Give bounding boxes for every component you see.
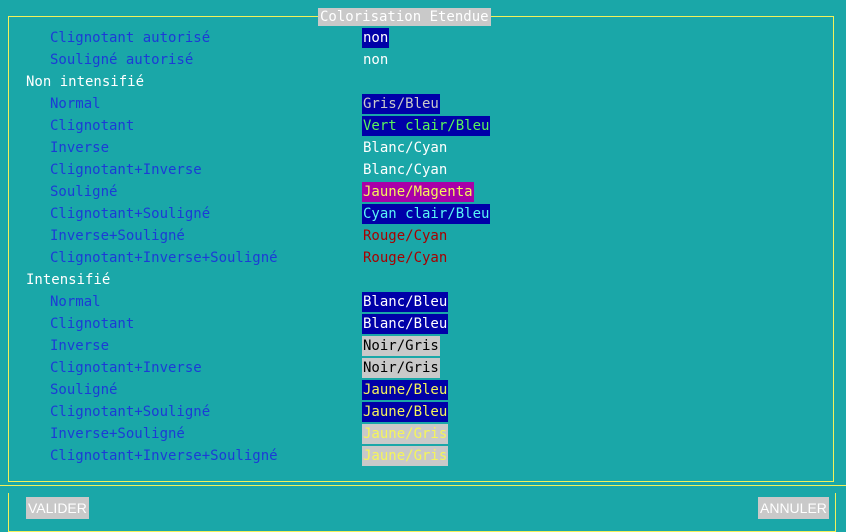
label-clignotant-inverse: Clignotant+Inverse — [50, 162, 202, 178]
label-clignotant-souligne-intense: Clignotant+Souligné — [50, 404, 211, 420]
label-souligne: Souligné — [50, 184, 118, 200]
section-non-intensifie: Non intensifié — [26, 74, 145, 90]
value-clignotant-inverse-souligne[interactable]: Rouge/Cyan — [362, 248, 448, 268]
validate-button[interactable]: VALIDER — [26, 497, 89, 519]
value-normal[interactable]: Gris/Bleu — [362, 94, 440, 114]
label-inverse-souligne: Inverse+Souligné — [50, 228, 185, 244]
value-clignotant-souligne-intense[interactable]: Jaune/Bleu — [362, 402, 449, 422]
value-inverse[interactable]: Blanc/Cyan — [362, 138, 448, 158]
label-clignotant-intense: Clignotant — [50, 316, 135, 332]
label-normal: Normal — [50, 96, 101, 112]
value-clignotant-souligne[interactable]: Cyan clair/Bleu — [362, 204, 491, 224]
label-clignotant: Clignotant — [50, 118, 135, 134]
value-souligne-autorise[interactable]: non — [362, 50, 389, 70]
dialog-title: Colorisation Etendue — [318, 8, 491, 26]
value-normal-intense[interactable]: Blanc/Bleu — [362, 292, 449, 312]
label-clignotant-inverse-intense: Clignotant+Inverse — [50, 360, 202, 376]
label-clignotant-inverse-souligne: Clignotant+Inverse+Souligné — [50, 250, 278, 266]
label-souligne-autorise: Souligné autorisé — [50, 52, 194, 68]
value-inverse-souligne-intense[interactable]: Jaune/Gris — [362, 424, 449, 444]
value-clignotant-autorise[interactable]: non — [362, 28, 390, 48]
value-clignotant-intense[interactable]: Blanc/Bleu — [362, 314, 449, 334]
value-inverse-souligne[interactable]: Rouge/Cyan — [362, 226, 448, 246]
value-souligne[interactable]: Jaune/Magenta — [362, 182, 474, 202]
label-clignotant-souligne: Clignotant+Souligné — [50, 206, 211, 222]
label-inverse-souligne-intense: Inverse+Souligné — [50, 426, 185, 442]
label-souligne-intense: Souligné — [50, 382, 118, 398]
cancel-button[interactable]: ANNULER — [758, 497, 829, 519]
section-intensifie: Intensifié — [26, 272, 111, 288]
label-normal-intense: Normal — [50, 294, 101, 310]
label-clignotant-autorise: Clignotant autorisé — [50, 30, 211, 46]
value-clignotant-inverse[interactable]: Blanc/Cyan — [362, 160, 448, 180]
value-clignotant[interactable]: Vert clair/Bleu — [362, 116, 491, 136]
label-clignotant-inverse-souligne-intense: Clignotant+Inverse+Souligné — [50, 448, 278, 464]
label-inverse: Inverse — [50, 140, 110, 156]
value-clignotant-inverse-intense[interactable]: Noir/Gris — [362, 358, 440, 378]
button-bar — [0, 485, 846, 532]
value-inverse-intense[interactable]: Noir/Gris — [362, 336, 440, 356]
label-inverse-intense: Inverse — [50, 338, 110, 354]
value-souligne-intense[interactable]: Jaune/Bleu — [362, 380, 449, 400]
value-clignotant-inverse-souligne-intense[interactable]: Jaune/Gris — [362, 446, 449, 466]
button-bar-frame — [8, 493, 836, 532]
